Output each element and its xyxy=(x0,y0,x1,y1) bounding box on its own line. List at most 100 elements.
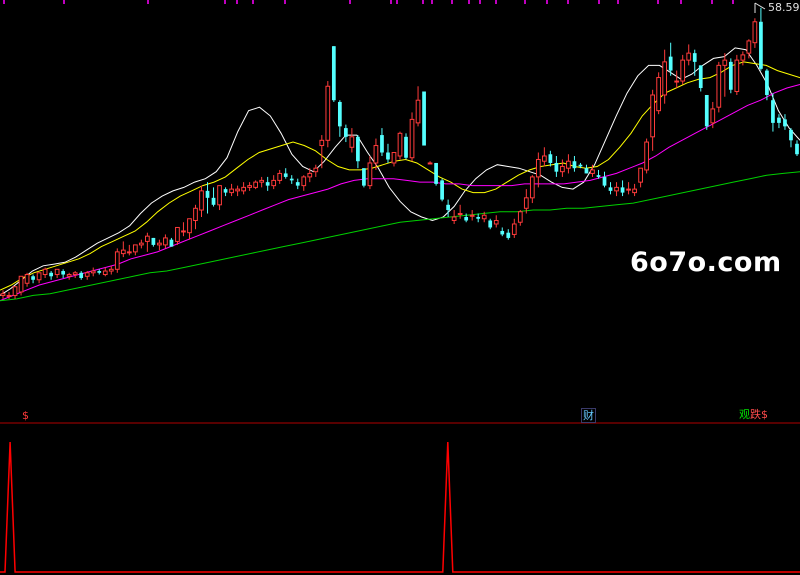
candle-body-58 xyxy=(349,136,355,148)
candle-body-122 xyxy=(734,59,740,92)
candle-body-48 xyxy=(289,178,294,181)
candle-body-14 xyxy=(84,272,90,277)
signal-marker-c: $ xyxy=(761,408,768,421)
candle-body-64 xyxy=(386,152,390,160)
candle-body-132 xyxy=(795,143,799,155)
top-tick-6 xyxy=(284,0,286,4)
top-tick-12 xyxy=(451,0,453,4)
candle-body-23 xyxy=(138,242,144,246)
candle-body-100 xyxy=(602,176,607,186)
candle-body-34 xyxy=(205,190,210,198)
candle-body-45 xyxy=(271,179,277,187)
candle-body-36 xyxy=(217,185,222,206)
top-tick-21 xyxy=(657,0,659,4)
top-tick-10 xyxy=(422,0,424,4)
candle-body-12 xyxy=(72,272,78,276)
candle-body-15 xyxy=(90,270,96,274)
candle-body-16 xyxy=(97,271,102,273)
candle-body-43 xyxy=(259,179,265,183)
candle-body-94 xyxy=(566,160,571,169)
candle-body-31 xyxy=(187,218,192,234)
candle-body-86 xyxy=(517,211,523,223)
candle-body-76 xyxy=(457,213,463,216)
candle-body-83 xyxy=(500,230,505,235)
candle-body-118 xyxy=(710,108,716,124)
candle-body-62 xyxy=(373,145,379,164)
top-tick-19 xyxy=(598,0,600,4)
candle-body-101 xyxy=(608,187,613,191)
candle-body-79 xyxy=(476,217,481,219)
candle-body-6 xyxy=(36,272,42,281)
candle-body-127 xyxy=(765,70,769,95)
candle-body-71 xyxy=(427,162,433,165)
candle-body-77 xyxy=(464,217,469,221)
candle-body-119 xyxy=(716,64,722,108)
top-tick-13 xyxy=(468,0,470,4)
candle-body-8 xyxy=(49,272,53,277)
candle-body-116 xyxy=(698,65,703,89)
candle-body-3 xyxy=(18,275,24,293)
candle-body-0 xyxy=(0,293,6,296)
candle-body-44 xyxy=(265,182,270,186)
top-tick-0 xyxy=(3,0,5,4)
candle-body-96 xyxy=(578,164,583,167)
candle-body-18 xyxy=(108,268,114,272)
candle-body-46 xyxy=(277,172,283,181)
candle-body-4 xyxy=(24,274,30,284)
top-tick-7 xyxy=(349,0,351,4)
high-price-label: 58.59 xyxy=(768,1,800,14)
candle-body-113 xyxy=(680,59,686,82)
top-tick-22 xyxy=(680,0,682,4)
candle-body-126 xyxy=(759,21,763,69)
candle-body-5 xyxy=(31,276,35,280)
top-tick-14 xyxy=(479,0,481,4)
candle-body-102 xyxy=(614,186,619,192)
candle-body-106 xyxy=(638,167,643,183)
candle-body-40 xyxy=(241,186,246,192)
candle-body-42 xyxy=(253,181,259,188)
candle-body-89 xyxy=(535,158,541,178)
top-tick-4 xyxy=(236,0,238,4)
top-tick-15 xyxy=(495,0,497,4)
candle-body-11 xyxy=(66,274,72,277)
candle-body-35 xyxy=(211,197,216,205)
candle-body-52 xyxy=(313,167,319,173)
candle-body-78 xyxy=(469,214,475,217)
candle-body-128 xyxy=(771,100,775,123)
candle-body-2 xyxy=(12,286,18,296)
candle-body-9 xyxy=(54,268,60,276)
candle-body-124 xyxy=(746,40,752,54)
candle-body-65 xyxy=(391,152,397,164)
candle-body-92 xyxy=(554,162,559,172)
top-tick-9 xyxy=(396,0,398,4)
candle-body-114 xyxy=(686,52,692,61)
candle-body-115 xyxy=(692,53,697,62)
candle-body-74 xyxy=(446,204,450,211)
candle-body-130 xyxy=(783,119,787,127)
candle-body-56 xyxy=(337,101,342,127)
candle-body-109 xyxy=(656,77,662,112)
candle-body-84 xyxy=(506,232,511,238)
signal-marker-group: 观跌$ xyxy=(739,408,768,421)
candle-body-41 xyxy=(247,185,252,188)
candle-body-67 xyxy=(404,136,408,158)
candle-body-110 xyxy=(662,61,668,96)
candle-body-99 xyxy=(596,175,601,177)
candle-body-121 xyxy=(728,61,733,90)
candle-body-33 xyxy=(199,190,204,211)
candle-body-20 xyxy=(120,249,126,255)
candle-body-107 xyxy=(644,141,649,171)
candle-body-49 xyxy=(295,182,300,186)
candle-body-72 xyxy=(434,162,438,184)
candle-body-24 xyxy=(145,235,150,242)
candle-body-87 xyxy=(523,197,529,209)
candle-body-91 xyxy=(548,154,553,163)
candle-body-90 xyxy=(541,155,547,162)
candle-body-51 xyxy=(307,172,313,178)
candle-body-22 xyxy=(132,244,138,253)
candle-body-1 xyxy=(6,294,12,297)
candle-body-55 xyxy=(331,46,336,101)
candle-body-25 xyxy=(151,237,156,245)
top-tick-8 xyxy=(390,0,392,4)
candle-body-66 xyxy=(397,132,403,157)
